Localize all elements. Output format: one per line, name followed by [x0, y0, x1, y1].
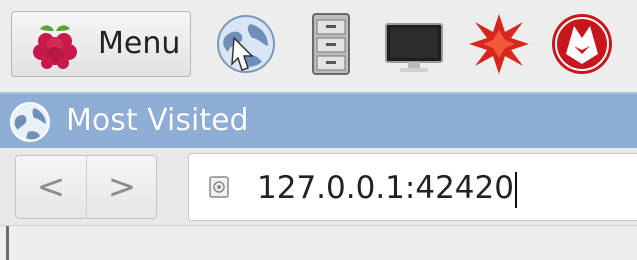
terminal-icon: [385, 23, 443, 72]
url-value: 127.0.0.1:42420: [257, 170, 514, 206]
raspberry-pi-icon: [33, 25, 77, 69]
address-bar[interactable]: 127.0.0.1:42420: [188, 153, 637, 221]
terminal-launcher[interactable]: [380, 10, 448, 78]
taskbar: Menu: [0, 0, 637, 88]
chevron-left-icon: <: [36, 167, 66, 207]
wolfram-icon: [552, 14, 612, 74]
window-title: Most Visited: [66, 103, 249, 138]
history-nav-group: < >: [15, 155, 157, 219]
globe-icon: [10, 102, 50, 142]
file-manager-icon: [312, 13, 350, 75]
text-caret: [514, 171, 517, 208]
navigation-bar: < > 127.0.0.1:42420: [0, 148, 637, 226]
mathematica-launcher[interactable]: [465, 10, 533, 78]
back-button[interactable]: <: [16, 156, 87, 218]
url-text[interactable]: 127.0.0.1:42420: [257, 168, 517, 208]
menu-label: Menu: [98, 26, 181, 61]
page-icon: [209, 176, 229, 198]
window-titlebar[interactable]: Most Visited: [0, 92, 637, 148]
web-browser-launcher[interactable]: [212, 10, 280, 78]
wolfram-launcher[interactable]: [548, 10, 616, 78]
chevron-right-icon: >: [107, 167, 137, 207]
file-manager-launcher[interactable]: [297, 10, 365, 78]
forward-button[interactable]: >: [87, 156, 157, 218]
mathematica-icon: [469, 14, 529, 74]
content-edge: [6, 226, 9, 260]
page-content: [0, 226, 637, 260]
menu-button[interactable]: Menu: [11, 11, 191, 77]
web-browser-icon: [217, 15, 275, 73]
